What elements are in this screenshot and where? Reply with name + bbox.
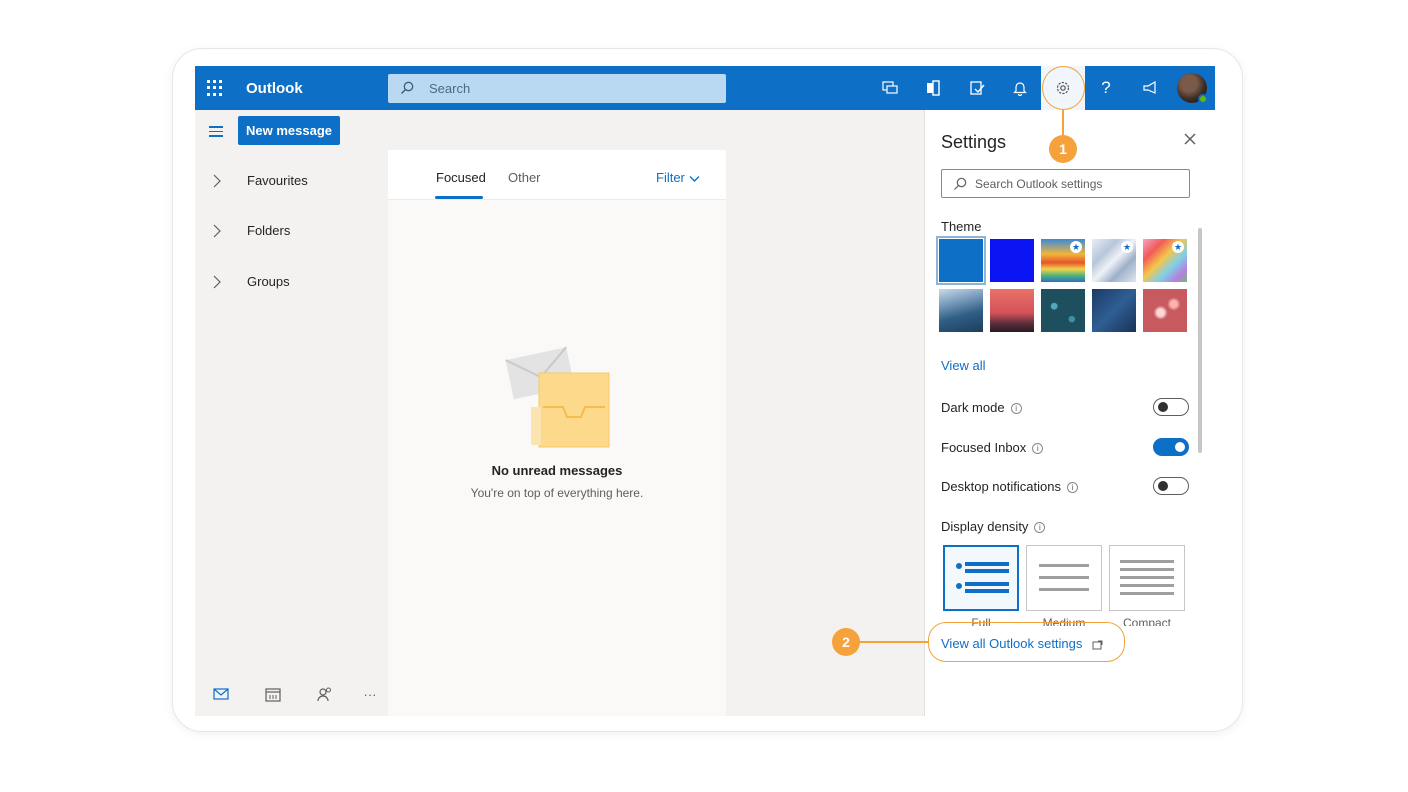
- nav-item-groups[interactable]: Groups: [195, 267, 388, 297]
- new-message-button[interactable]: New message: [238, 116, 340, 145]
- theme-swatch-stripes[interactable]: ★: [1041, 239, 1085, 282]
- message-tabs: Focused Other Filter: [388, 150, 726, 200]
- density-full-option[interactable]: [943, 545, 1019, 611]
- close-icon[interactable]: [1183, 132, 1197, 146]
- message-list: Focused Other Filter No unread messages …: [388, 150, 726, 716]
- info-icon[interactable]: i: [1034, 522, 1046, 534]
- density-compact-preview: [1120, 560, 1174, 595]
- settings-search-placeholder: Search Outlook settings: [975, 177, 1103, 191]
- left-nav: New message Favourites Folders Groups ··…: [195, 110, 388, 716]
- nav-item-label: Favourites: [247, 173, 308, 188]
- filter-button[interactable]: Filter: [656, 170, 700, 185]
- active-tab-indicator: [435, 196, 483, 199]
- search-icon: [954, 177, 967, 190]
- people-icon[interactable]: [313, 682, 337, 706]
- feedback-icon[interactable]: [1128, 66, 1172, 110]
- star-icon: ★: [1121, 241, 1133, 253]
- empty-inbox-illustration: [505, 346, 610, 448]
- density-medium-preview: [1039, 564, 1089, 591]
- tab-focused[interactable]: Focused: [436, 170, 486, 185]
- theme-heading: Theme: [941, 219, 982, 234]
- dark-mode-toggle[interactable]: [1153, 398, 1189, 416]
- info-icon[interactable]: i: [1066, 482, 1078, 494]
- density-medium-option[interactable]: [1026, 545, 1102, 611]
- tab-other[interactable]: Other: [508, 170, 541, 185]
- search-box[interactable]: Search: [388, 74, 726, 103]
- step2-badge: 2: [832, 628, 860, 656]
- empty-state-title: No unread messages: [491, 463, 623, 478]
- chevron-right-icon: [213, 224, 221, 238]
- theme-grid: ★ ★ ★: [936, 236, 1189, 332]
- theme-swatch-rainbow[interactable]: ★: [1143, 239, 1187, 282]
- search-placeholder: Search: [429, 81, 471, 96]
- theme-swatch-mountain[interactable]: [939, 289, 983, 332]
- office-icon[interactable]: [911, 66, 955, 110]
- theme-swatch-blue[interactable]: [936, 236, 986, 285]
- filter-label: Filter: [656, 170, 685, 185]
- reading-pane: [726, 150, 924, 716]
- star-icon: ★: [1070, 241, 1082, 253]
- display-density-row: Display density i: [941, 515, 1191, 539]
- dark-mode-label: Dark mode i: [941, 400, 1022, 415]
- step1-highlight-ring: [1042, 66, 1085, 110]
- step2-connector: [859, 641, 928, 643]
- star-icon: ★: [1172, 241, 1184, 253]
- step1-connector: [1062, 110, 1064, 136]
- focused-inbox-label: Focused Inbox i: [941, 440, 1044, 455]
- outlook-app: Outlook Search ? New message Favourites …: [195, 66, 1215, 716]
- todo-icon[interactable]: [955, 66, 999, 110]
- theme-swatch-silver[interactable]: ★: [1092, 239, 1136, 282]
- help-glyph: ?: [1101, 78, 1111, 97]
- theme-swatch-circuit[interactable]: [1041, 289, 1085, 332]
- theme-swatch-bokeh[interactable]: [1143, 289, 1187, 332]
- chat-icon[interactable]: [868, 66, 912, 110]
- nav-item-label: Groups: [247, 274, 290, 289]
- settings-scrollbar[interactable]: [1198, 228, 1202, 453]
- step2-highlight-ring: [928, 622, 1125, 662]
- mail-icon[interactable]: [209, 682, 233, 706]
- help-icon[interactable]: ?: [1084, 66, 1128, 110]
- theme-swatch-palms[interactable]: [990, 289, 1034, 332]
- info-icon[interactable]: i: [1032, 443, 1044, 455]
- theme-swatch-bright-blue[interactable]: [990, 239, 1034, 282]
- calendar-icon[interactable]: [261, 682, 285, 706]
- display-density-label: Display density i: [941, 519, 1046, 534]
- app-title[interactable]: Outlook: [246, 80, 303, 97]
- desktop-notifications-toggle[interactable]: [1153, 477, 1189, 495]
- info-icon[interactable]: i: [1010, 403, 1022, 415]
- dark-mode-text: Dark mode: [941, 400, 1005, 415]
- view-all-themes-link[interactable]: View all: [941, 358, 986, 373]
- settings-search-input[interactable]: Search Outlook settings: [941, 169, 1190, 198]
- desktop-notifications-label: Desktop notifications i: [941, 479, 1078, 494]
- dark-mode-row: Dark mode i: [941, 396, 1191, 420]
- step1-badge: 1: [1049, 135, 1077, 163]
- display-density-text: Display density: [941, 519, 1029, 534]
- chevron-down-icon: [689, 175, 700, 182]
- desktop-notifications-row: Desktop notifications i: [941, 475, 1191, 499]
- theme-swatch-navy[interactable]: [1092, 289, 1136, 332]
- desktop-notifications-text: Desktop notifications: [941, 479, 1061, 494]
- focused-inbox-toggle[interactable]: [1153, 438, 1189, 456]
- chevron-right-icon: [213, 174, 221, 188]
- focused-inbox-text: Focused Inbox: [941, 440, 1027, 455]
- hamburger-icon[interactable]: [209, 126, 223, 140]
- density-compact-option[interactable]: [1109, 545, 1185, 611]
- avatar[interactable]: [1177, 73, 1208, 104]
- nav-item-favourites[interactable]: Favourites: [195, 166, 388, 196]
- chevron-right-icon: [213, 275, 221, 289]
- module-switcher: ···: [195, 672, 388, 716]
- density-compact-label: Compact: [1122, 616, 1172, 626]
- search-icon: [401, 81, 414, 94]
- focused-inbox-row: Focused Inbox i: [941, 436, 1191, 460]
- density-full-preview: [956, 562, 1009, 593]
- more-icon[interactable]: ···: [358, 682, 382, 706]
- nav-item-label: Folders: [247, 223, 291, 238]
- settings-title: Settings: [941, 132, 1007, 152]
- nav-item-folders[interactable]: Folders: [195, 216, 388, 246]
- presence-dot: [1198, 94, 1208, 104]
- waffle-icon[interactable]: [205, 78, 225, 98]
- bell-icon[interactable]: [998, 66, 1042, 110]
- empty-state-subtitle: You're on top of everything here.: [470, 486, 644, 500]
